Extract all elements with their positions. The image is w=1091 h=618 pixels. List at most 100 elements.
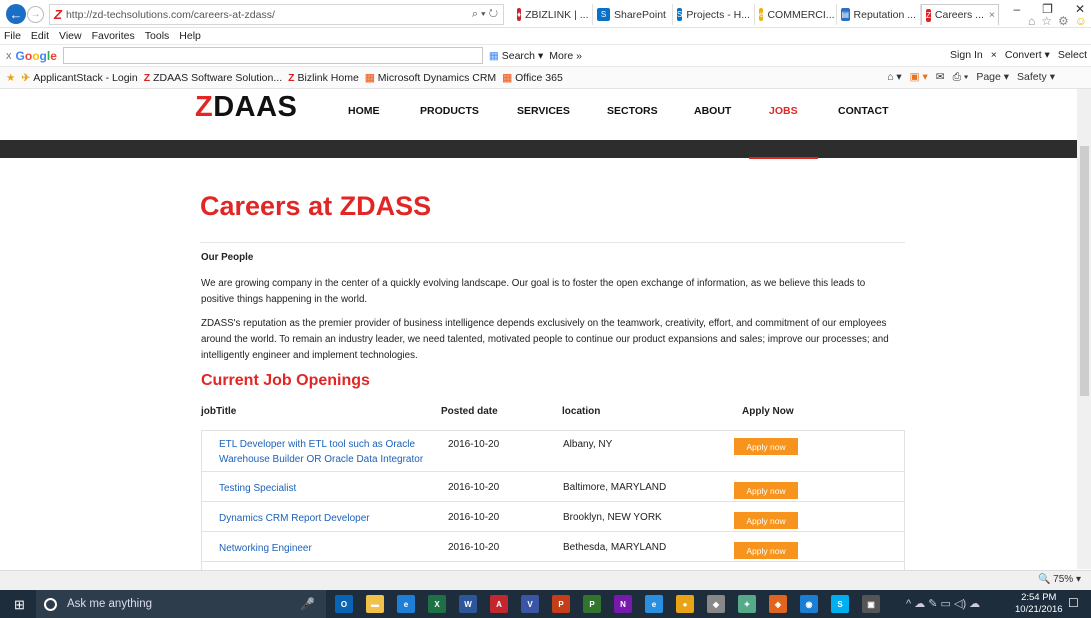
fav-bizlink[interactable]: Z Bizlink Home [288,72,359,84]
apply-now-button[interactable]: Apply now [734,542,798,559]
tab-sharepoint[interactable]: S SharePoint [593,4,673,25]
applicantstack-icon: ✈ [21,71,31,84]
chrome-icon[interactable]: ● [676,595,694,613]
mail-icon[interactable]: ✉ [936,71,945,84]
visio-icon[interactable]: V [521,595,539,613]
store-icon[interactable]: ▣ [862,595,880,613]
windows-start-icon[interactable]: ⊞ [14,597,25,613]
favorites-star-icon[interactable]: ☆ [1041,14,1052,28]
tab-projects[interactable]: S Projects - H... [673,4,755,25]
skype-icon[interactable]: S [831,595,849,613]
google-search-input[interactable] [62,47,483,64]
select-button[interactable]: Select [1058,49,1087,61]
page-menu[interactable]: Page ▾ [976,71,1009,84]
word-icon[interactable]: W [459,595,477,613]
job-location: Bethesda, MARYLAND [563,542,667,553]
scrollbar-thumb[interactable] [1080,146,1089,396]
convert-button[interactable]: Convert ▾ [1005,49,1050,61]
app-3-icon[interactable]: ◈ [769,595,787,613]
command-bar: ⌂ ▾ ▣ ▾ ✉ ⎙ ▾ Page ▾ Safety ▾ [887,71,1055,84]
notifications-icon[interactable]: ☐ [1068,596,1079,610]
project-icon[interactable]: P [583,595,601,613]
nav-sectors[interactable]: SECTORS [607,105,658,117]
job-title-link[interactable]: Networking Engineer [219,541,429,556]
app-4-icon[interactable]: ◉ [800,595,818,613]
settings-gear-icon[interactable]: ⚙ [1058,14,1069,28]
onenote-icon[interactable]: N [614,595,632,613]
explorer-icon[interactable]: ▬ [366,595,384,613]
table-row: Networking Engineer 2016-10-20 Bethesda,… [202,532,904,562]
smiley-icon[interactable]: ☺ [1075,14,1087,28]
edge-icon[interactable]: e [397,595,415,613]
fav-office365[interactable]: ▦ Office 365 [502,72,563,84]
menu-file[interactable]: File [4,30,21,42]
ie-icon[interactable]: e [645,595,663,613]
menu-view[interactable]: View [59,30,82,42]
zoom-level[interactable]: 🔍 75% ▾ [1038,574,1081,585]
back-button[interactable]: ← [6,4,26,24]
apply-now-button[interactable]: Apply now [734,482,798,499]
menu-help[interactable]: Help [179,30,201,42]
home-icon[interactable]: ⌂ [1028,14,1035,28]
fav-zdaas[interactable]: Z ZDAAS Software Solution... [144,72,282,84]
tab-careers[interactable]: Z Careers ... × [921,4,999,25]
toolbar-x-icon[interactable]: × [991,49,997,61]
google-more-button[interactable]: More » [549,50,582,62]
nav-about[interactable]: ABOUT [694,105,731,117]
print-icon[interactable]: ⎙ ▾ [953,71,969,84]
powerpoint-icon[interactable]: P [552,595,570,613]
cortana-search-box[interactable]: Ask me anything [36,590,326,618]
google-search-button[interactable]: ▦ Search ▾ [489,50,543,62]
posted-date: 2016-10-20 [448,512,500,523]
system-tray[interactable]: ^ ☁ ✎ ▭ ◁) ☁ [906,597,980,610]
tab-reputation[interactable]: ▤ Reputation ... [837,4,921,25]
home-icon[interactable]: ⌂ ▾ [887,71,902,84]
safety-menu[interactable]: Safety ▾ [1017,71,1055,84]
acrobat-icon[interactable]: A [490,595,508,613]
nav-contact[interactable]: CONTACT [838,105,889,117]
col-header-apply: Apply Now [742,406,794,417]
nav-services[interactable]: SERVICES [517,105,570,117]
excel-icon[interactable]: X [428,595,446,613]
ie-icon: e [759,8,764,21]
minimize-icon[interactable]: – [1013,2,1020,16]
app-1-icon[interactable]: ◆ [707,595,725,613]
job-title-link[interactable]: Testing Specialist [219,481,429,496]
title-divider [200,242,905,243]
app-2-icon[interactable]: ✦ [738,595,756,613]
tab-zbizlink[interactable]: ♦ ZBIZLINK | ... [513,4,593,25]
zbizlink-icon: ♦ [517,8,522,21]
fav-dynamics-crm[interactable]: ▦ Microsoft Dynamics CRM [365,72,496,84]
outlook-icon[interactable]: O [335,595,353,613]
menu-favorites[interactable]: Favorites [92,30,135,42]
taskbar-clock[interactable]: 2:54 PM 10/21/2016 [1015,592,1063,616]
menu-tools[interactable]: Tools [145,30,170,42]
cortana-icon [44,597,57,611]
nav-products[interactable]: PRODUCTS [420,105,479,117]
sharepoint-icon: S [677,8,683,21]
favorites-bar: ★ ✈ ApplicantStack - Login Z ZDAAS Softwar… [0,67,1091,89]
tab-commercial[interactable]: e COMMERCI... [755,4,837,25]
browser-title-icons: ⌂ ☆ ⚙ ☺ [1028,14,1087,28]
clock-date: 10/21/2016 [1015,604,1063,615]
address-controls-icon[interactable]: ⌕ ▾ ↻ [472,8,498,21]
favorites-star-icon[interactable]: ★ [6,72,15,84]
tab-close-icon[interactable]: × [989,9,995,21]
apply-now-button[interactable]: Apply now [734,438,798,455]
table-row: Testing Specialist 2016-10-20 Baltimore,… [202,472,904,502]
forward-button[interactable]: → [27,6,44,23]
sign-in-button[interactable]: Sign In [950,49,983,61]
menu-edit[interactable]: Edit [31,30,49,42]
nav-jobs[interactable]: JOBS [769,105,798,117]
job-title-link[interactable]: ETL Developer with ETL tool such as Orac… [219,437,429,467]
toolbar-close-icon[interactable]: x [6,50,12,62]
address-url: http://zd-techsolutions.com/careers-at-z… [65,8,275,21]
site-logo[interactable]: ZDAAS [195,91,297,124]
rss-icon[interactable]: ▣ ▾ [910,71,928,84]
job-title-link[interactable]: Dynamics CRM Report Developer [219,511,429,526]
microphone-icon[interactable]: 🎤 [300,597,315,611]
apply-now-button[interactable]: Apply now [734,512,798,529]
fav-applicantstack[interactable]: ✈ ApplicantStack - Login [21,72,137,84]
address-bar[interactable]: Z http://zd-techsolutions.com/careers-at… [49,4,504,25]
nav-home[interactable]: HOME [348,105,380,117]
